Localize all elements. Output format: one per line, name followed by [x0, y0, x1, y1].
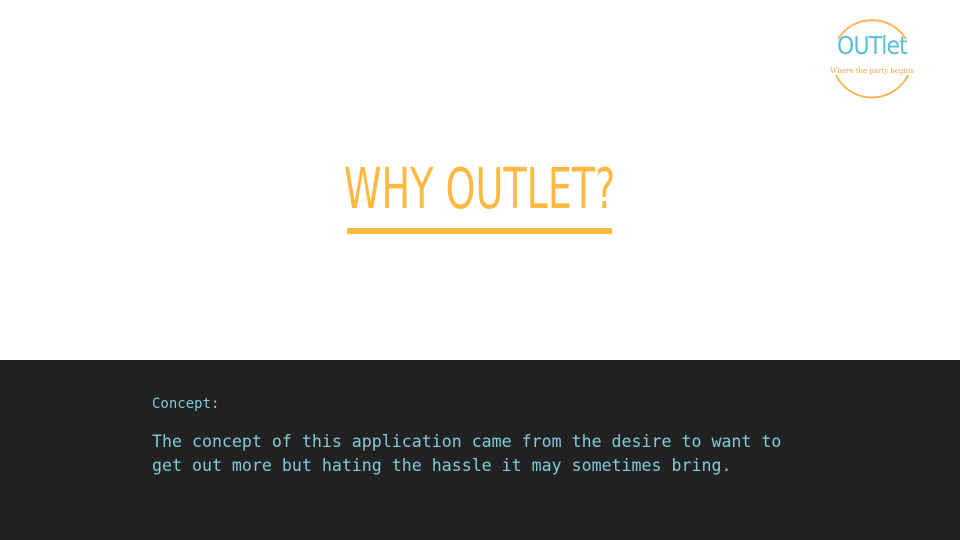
title-underline [347, 228, 612, 234]
slide-title-text: WHY OUTLET? [344, 157, 616, 222]
logo-wordmark: OUTlet [837, 31, 908, 60]
slide-title: WHY OUTLET? [0, 150, 960, 230]
concept-label: Concept: [152, 396, 220, 412]
concept-description: The concept of this application came fro… [152, 432, 782, 475]
logo-tagline: Where the party begins [830, 67, 914, 75]
outlet-logo: OUTlet Where the party begins [826, 11, 918, 101]
